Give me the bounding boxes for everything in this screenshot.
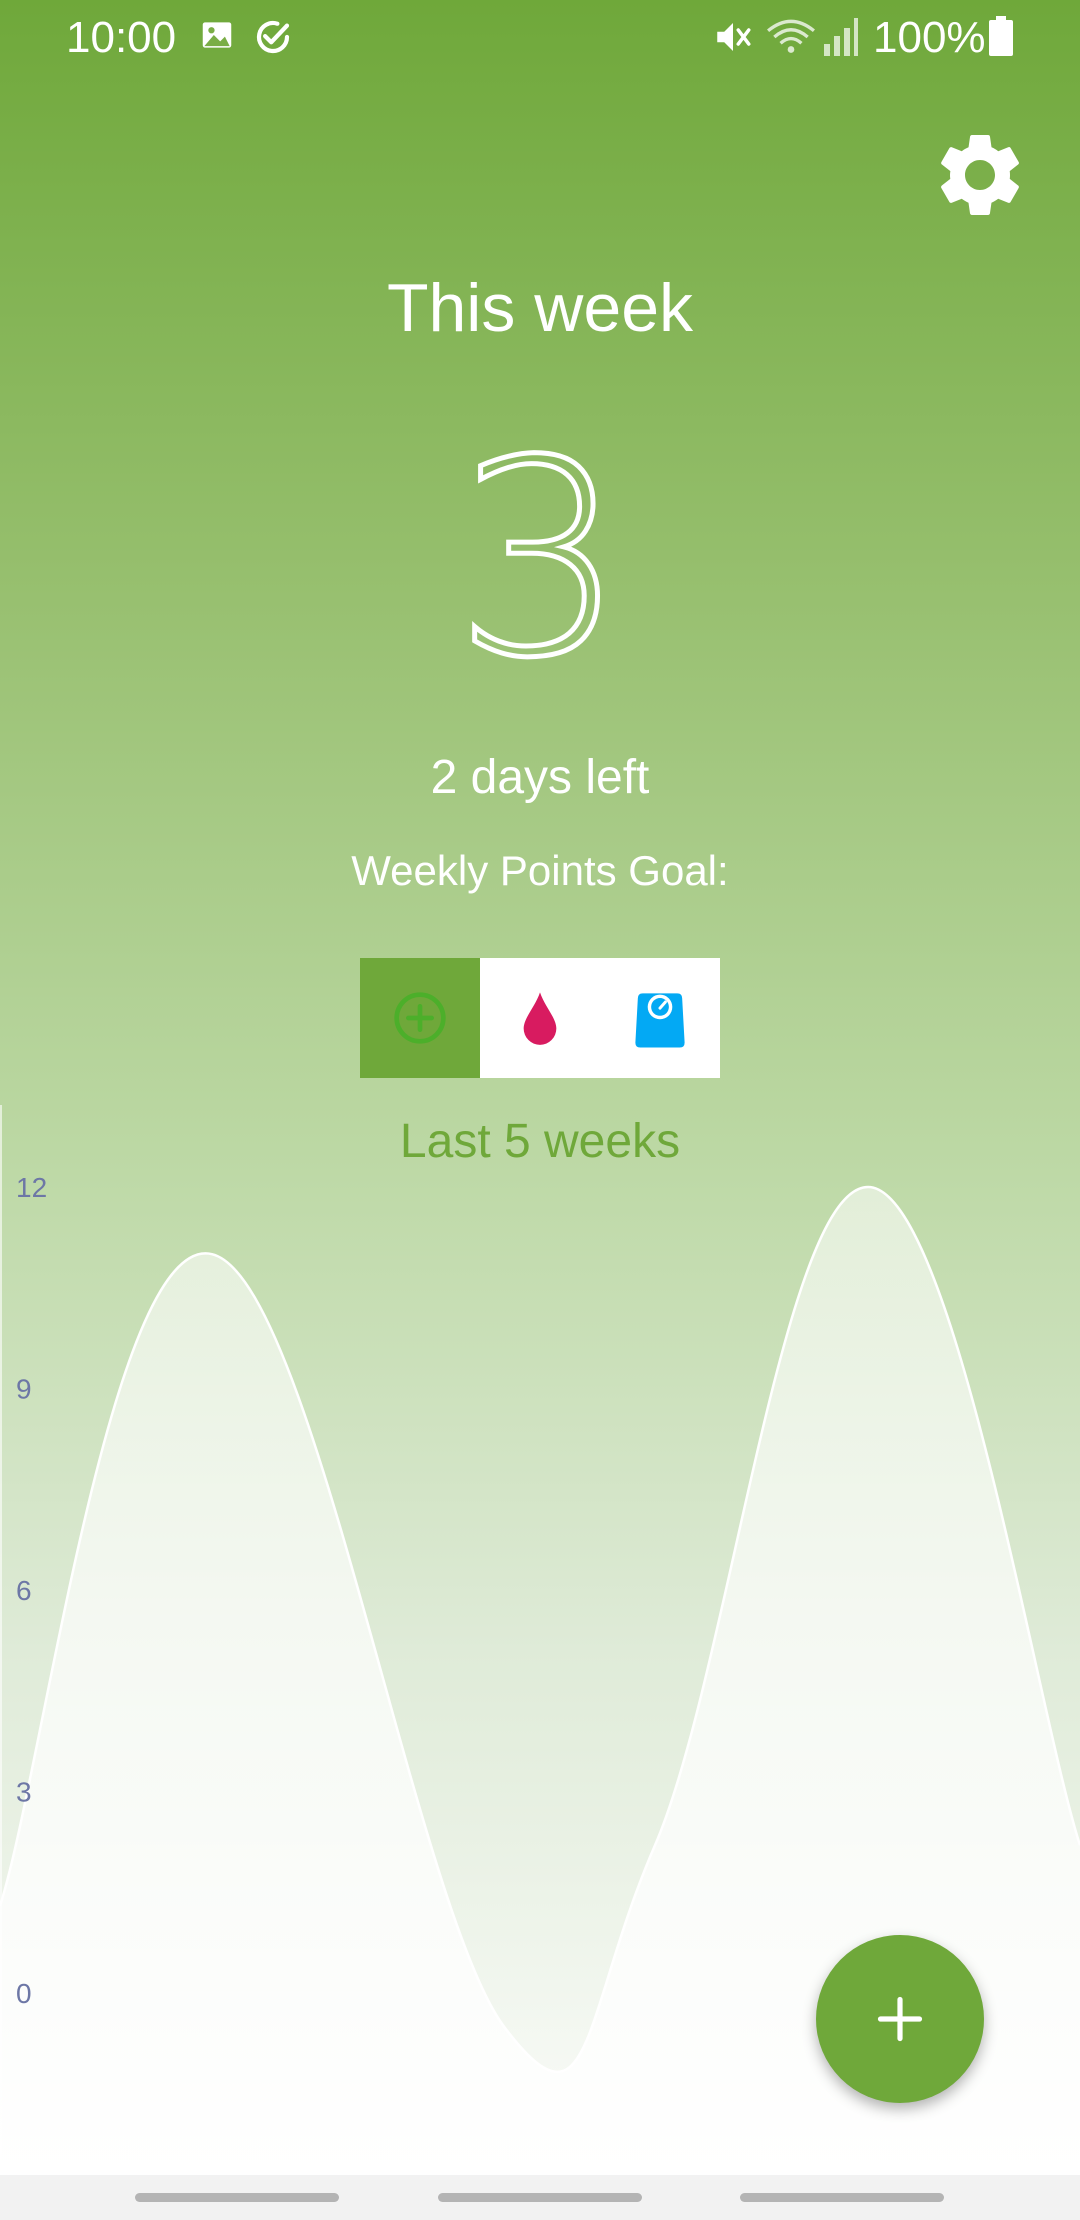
weekly-goal-label: Weekly Points Goal: [351, 847, 729, 894]
y-tick-label: 3 [16, 1777, 32, 1808]
weekly-points-value: 3 [0, 407, 1080, 712]
y-tick-label: 0 [16, 1978, 32, 2009]
plus-icon [877, 1996, 923, 2042]
status-time: 10:00 [66, 13, 177, 62]
nav-home-button[interactable] [438, 2193, 642, 2202]
wifi-icon [767, 19, 815, 53]
data-point-week-4 [864, 1183, 872, 1191]
add-entry-fab[interactable] [816, 1935, 984, 2103]
mute-icon [717, 23, 751, 51]
data-point-week-1 [208, 1250, 216, 1258]
y-tick-label: 6 [16, 1575, 32, 1606]
battery-percentage: 100% [873, 13, 986, 62]
drop-icon [523, 992, 557, 1045]
days-left-text: 2 days left [430, 751, 650, 804]
week-title: This week [386, 270, 694, 346]
signal-icon [824, 18, 858, 56]
nav-recents-button[interactable] [135, 2193, 339, 2202]
tab-weight[interactable] [600, 958, 720, 1078]
y-tick-label: 9 [16, 1374, 32, 1405]
tracker-tabs [360, 958, 720, 1078]
check-circle-icon [256, 20, 290, 54]
points-text: 3 [452, 402, 629, 717]
y-tick-label: 12 [16, 1172, 47, 1203]
scale-icon [635, 993, 685, 1048]
tab-water[interactable] [480, 958, 600, 1078]
settings-button[interactable] [930, 125, 1030, 225]
gear-icon [941, 134, 1019, 215]
status-bar: 10:00 100% [0, 0, 1080, 76]
add-circle-icon [394, 992, 446, 1044]
image-icon [202, 22, 232, 48]
data-point-week-3 [651, 1841, 659, 1849]
data-point-week-2 [500, 2023, 508, 2031]
nav-back-button[interactable] [740, 2193, 944, 2202]
navigation-bar [0, 2175, 1080, 2220]
battery-icon [989, 16, 1013, 56]
tab-points[interactable] [360, 958, 480, 1078]
